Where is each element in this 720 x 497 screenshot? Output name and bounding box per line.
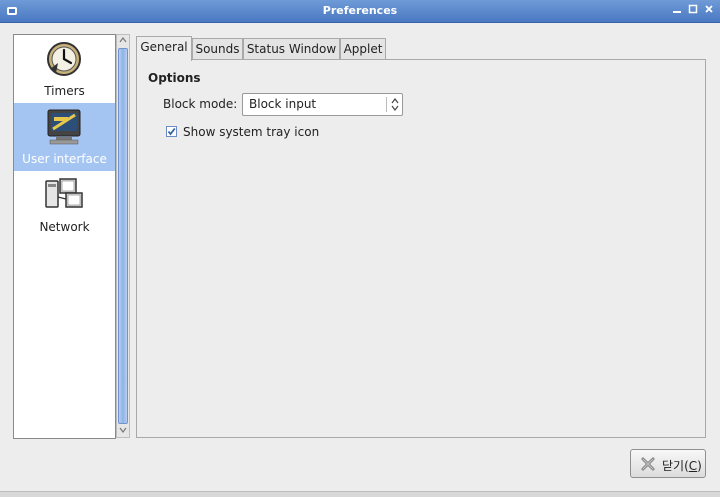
sidebar-item-network[interactable]: Network	[14, 171, 115, 239]
network-icon	[45, 178, 83, 208]
general-tab-panel	[136, 59, 706, 438]
close-icon	[705, 5, 713, 13]
close-button-label: 닫기(C)	[662, 459, 702, 473]
tab-status-window[interactable]: Status Window	[243, 38, 340, 59]
block-mode-select[interactable]: Block input	[242, 93, 403, 116]
sidebar-item-label: Timers	[44, 84, 85, 98]
sidebar-scrollbar[interactable]	[116, 34, 130, 438]
block-mode-value: Block input	[249, 97, 317, 111]
clock-icon	[47, 42, 81, 76]
scroll-down-arrow-icon[interactable]	[117, 425, 129, 437]
sidebar-item-label: Network	[39, 220, 90, 234]
sidebar-item-timers[interactable]: Timers	[14, 35, 115, 103]
scroll-up-arrow-icon[interactable]	[117, 35, 129, 47]
checkmark-icon	[167, 127, 176, 136]
tray-icon-checkbox[interactable]	[166, 126, 177, 137]
window-title: Preferences	[322, 4, 398, 17]
tab-general[interactable]: General	[136, 36, 192, 61]
maximize-button[interactable]	[686, 4, 700, 18]
title-bar[interactable]: Preferences	[0, 0, 720, 23]
close-button[interactable]: 닫기(C)	[630, 449, 706, 478]
block-mode-label: Block mode:	[163, 97, 238, 111]
minimize-button[interactable]	[670, 4, 684, 18]
options-heading: Options	[148, 71, 201, 85]
updown-arrows-icon	[391, 98, 399, 111]
monitor-icon	[47, 109, 81, 145]
tab-applet[interactable]: Applet	[340, 38, 386, 59]
sidebar-item-user-interface[interactable]: User interface	[14, 103, 115, 171]
scrollbar-thumb[interactable]	[118, 48, 128, 424]
window-bottom-edge	[0, 491, 720, 497]
close-icon	[641, 457, 655, 471]
close-window-button[interactable]	[702, 4, 716, 18]
tab-sounds[interactable]: Sounds	[192, 38, 243, 59]
maximize-icon	[688, 4, 698, 14]
category-list[interactable]: Timers User interface Network	[13, 34, 116, 439]
minimize-icon	[673, 11, 681, 13]
sidebar-item-label: User interface	[22, 152, 107, 166]
combo-separator	[386, 97, 387, 112]
tray-icon-label[interactable]: Show system tray icon	[183, 125, 319, 139]
